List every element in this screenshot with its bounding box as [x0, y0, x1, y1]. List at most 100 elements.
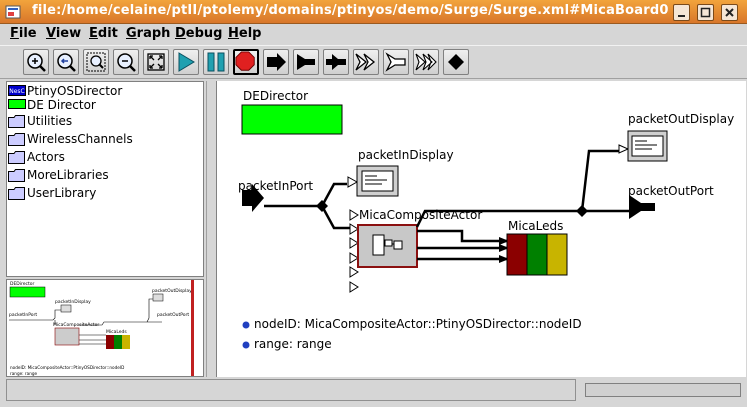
relation-diamond[interactable] — [316, 200, 328, 212]
display-input-port — [347, 176, 359, 188]
overview-param-nodeid: nodeID: MicaCompositeActor::PtinyOSDirec… — [10, 365, 124, 370]
zoom-in-button[interactable] — [23, 49, 49, 75]
folder-icon — [8, 133, 25, 146]
parameter-bullet — [242, 321, 250, 329]
window-title: file:/home/celaine/ptII/ptolemy/domains/… — [32, 3, 669, 18]
menu-edit-mnemonic: E — [89, 26, 98, 41]
library-item-label: UserLibrary — [27, 186, 97, 200]
library-tree[interactable]: NesC PtinyOSDirector DE Director Utiliti… — [6, 81, 204, 277]
overview-director-label: DEDirector — [10, 281, 35, 287]
overview-packet-in-display — [60, 304, 72, 313]
overview-packet-in-display-label: packetInDisplay — [55, 299, 91, 305]
full-screen-icon — [147, 53, 165, 71]
menu-file-mnemonic: F — [10, 26, 19, 41]
menu-graph-mnemonic: G — [126, 26, 137, 41]
multiport-input-icon — [355, 53, 376, 71]
overview-director — [9, 286, 46, 298]
led-green — [526, 233, 548, 276]
folder-icon — [8, 115, 25, 128]
menu-view-rest: iew — [55, 26, 82, 41]
menu-debug-mnemonic: D — [175, 26, 186, 41]
overview-diagram: DEDirector packetInDisplay packetInPort … — [9, 281, 192, 376]
relation-icon — [448, 54, 464, 70]
zoom-in-icon — [27, 53, 46, 72]
graph-canvas[interactable]: DEDirector packetInDisplay packetInPort … — [216, 81, 746, 377]
minimize-button[interactable] — [673, 4, 690, 21]
overview-wire — [79, 334, 106, 345]
overview-viewport-frame[interactable] — [191, 280, 194, 376]
library-item-label: PtinyOSDirector — [27, 84, 123, 98]
svg-text:NesC: NesC — [9, 88, 25, 95]
menu-help-rest: elp — [238, 26, 262, 41]
menu-debug[interactable]: Debug — [175, 26, 222, 41]
zoom-fit-button[interactable] — [83, 49, 109, 75]
led-red — [506, 233, 528, 276]
director-icon — [8, 99, 26, 109]
full-screen-button[interactable] — [143, 49, 169, 75]
title-bar[interactable]: file:/home/celaine/ptII/ptolemy/domains/… — [0, 0, 747, 24]
relation-button[interactable] — [443, 49, 469, 75]
stop-button[interactable] — [233, 49, 259, 75]
overview-panel[interactable]: DEDirector packetInDisplay packetInPort … — [6, 279, 204, 377]
param-nodeid[interactable]: nodeID: MicaCompositeActor::PtinyOSDirec… — [254, 317, 582, 331]
director-label: DEDirector — [243, 89, 309, 103]
overview-composite — [54, 327, 80, 346]
close-button[interactable] — [721, 4, 738, 21]
pause-button[interactable] — [203, 49, 229, 75]
wire-to-composite[interactable] — [320, 205, 350, 230]
menu-graph-rest: raph — [136, 26, 171, 41]
menu-graph[interactable]: Graph — [126, 26, 170, 41]
overview-led-green — [114, 335, 122, 349]
status-message — [6, 379, 576, 401]
wire-to-out-display[interactable] — [580, 149, 620, 212]
multiport-inout-button[interactable] — [413, 49, 439, 75]
input-output-port-button[interactable] — [323, 49, 349, 75]
de-director[interactable] — [241, 104, 343, 135]
led-yellow — [546, 233, 568, 276]
packet-out-port-icon[interactable] — [629, 195, 655, 219]
panel-divider[interactable] — [206, 81, 212, 377]
run-button[interactable] — [173, 49, 199, 75]
library-item-more-libraries[interactable]: MoreLibraries — [7, 167, 203, 185]
menu-file[interactable]: File — [10, 26, 37, 41]
folder-icon — [8, 187, 25, 200]
menu-edit[interactable]: Edit — [89, 26, 118, 41]
folder-icon — [8, 151, 25, 164]
menu-debug-rest: ebug — [185, 26, 223, 41]
toolbar — [0, 45, 747, 79]
menu-help[interactable]: Help — [228, 26, 261, 41]
overview-led-yellow — [122, 335, 130, 349]
library-item-wireless-channels[interactable]: WirelessChannels — [7, 131, 203, 149]
zoom-reset-icon — [57, 53, 76, 72]
zoom-reset-button[interactable] — [53, 49, 79, 75]
wire-to-in-display[interactable] — [320, 182, 347, 207]
overview-wire — [79, 298, 162, 326]
close-icon — [725, 8, 734, 17]
menu-view[interactable]: View — [46, 26, 81, 41]
maximize-icon — [700, 7, 711, 18]
multiport-input-button[interactable] — [353, 49, 379, 75]
zoom-fit-icon — [86, 52, 106, 72]
overview-param-range: range: range — [10, 371, 38, 376]
library-item-label: DE Director — [27, 98, 96, 112]
output-port-button[interactable] — [293, 49, 319, 75]
display-screen-icon — [361, 170, 394, 192]
status-bar — [0, 377, 747, 407]
overview-packet-out-port-label: packetOutPort — [157, 312, 189, 318]
param-range[interactable]: range: range — [254, 337, 332, 351]
overview-led-red — [106, 335, 114, 349]
maximize-button[interactable] — [697, 4, 714, 21]
library-item-utilities[interactable]: Utilities — [7, 113, 203, 131]
wire-to-leds-1[interactable] — [417, 229, 507, 243]
zoom-out-button[interactable] — [113, 49, 139, 75]
pause-icon — [207, 52, 225, 72]
library-item-user-library[interactable]: UserLibrary — [7, 185, 203, 203]
input-port-button[interactable] — [263, 49, 289, 75]
library-item-actors[interactable]: Actors — [7, 149, 203, 167]
menu-edit-rest: dit — [97, 26, 118, 41]
multiport-output-button[interactable] — [383, 49, 409, 75]
relation-diamond[interactable] — [576, 205, 588, 217]
minimize-icon — [678, 15, 685, 17]
display-screen-icon — [631, 135, 664, 157]
output-port-icon — [297, 54, 315, 70]
